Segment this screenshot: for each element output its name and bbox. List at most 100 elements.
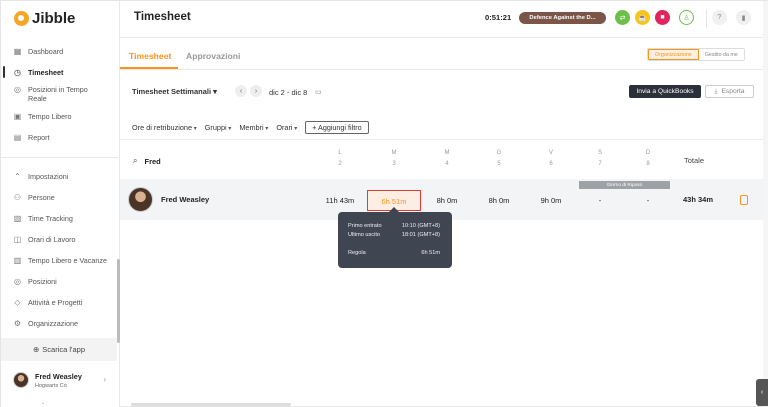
sidebar-item-label: Posizioni [28, 277, 57, 286]
view-select[interactable]: Timesheet Settimanali ▾ [132, 87, 217, 96]
day-header: L2 [325, 148, 355, 170]
sidebar: Jibble ▦ Dashboard ◷ Timesheet ◎ Posizio… [1, 1, 120, 407]
location-icon: ◎ [14, 85, 21, 94]
app-window: Jibble ▦ Dashboard ◷ Timesheet ◎ Posizio… [0, 0, 768, 407]
help-icon: ? [717, 14, 722, 21]
day-cell[interactable]: 11h 43m [314, 196, 366, 205]
sidebar-item-time-off[interactable]: ▣ Tempo Libero [1, 112, 120, 121]
top-header: Timesheet 0:51:21 Defence Against the D.… [120, 1, 768, 38]
row-total: 43h 34m [683, 195, 714, 204]
switch-icon: ⇄ [619, 14, 626, 22]
chevron-down-icon: ▾ [213, 87, 217, 96]
tabs-bar: Timesheet Approvazioni Organizzazione Ge… [120, 38, 768, 70]
sidebar-item-label: Report [28, 133, 50, 142]
horizontal-scrollbar[interactable] [131, 403, 291, 406]
day-cell[interactable]: - [622, 196, 674, 205]
tag-icon: ◇ [14, 298, 21, 307]
sidebar-item-label: Persone [28, 193, 55, 202]
day-header: M4 [432, 148, 462, 170]
filter-pay-hours[interactable]: Ore di retribuzione [132, 123, 197, 132]
sidebar-scrollbar[interactable] [117, 259, 120, 343]
chevron-right-icon: › [254, 87, 258, 95]
chevron-left-icon: ‹ [760, 389, 764, 396]
day-cell[interactable]: 8h 0m [473, 196, 525, 205]
avatar [128, 187, 153, 212]
day-cell[interactable]: 8h 0m [421, 196, 473, 205]
day-header: V6 [536, 148, 566, 170]
day-letter: D [645, 150, 651, 156]
day-letter: V [548, 150, 553, 156]
sidebar-item-time-off-holidays[interactable]: ▥ Tempo Libero e Vacanze [1, 256, 120, 265]
sidebar-item-activities-projects[interactable]: ◇ Attività e Progetti [1, 298, 120, 307]
sidebar-item-dashboard[interactable]: ▦ Dashboard [1, 47, 120, 56]
day-header: D8 [633, 148, 663, 170]
sidebar-item-label: Tempo Libero e Vacanze [28, 256, 107, 265]
prev-week-button[interactable]: ‹ [235, 85, 247, 97]
filter-groups[interactable]: Gruppi [205, 123, 232, 132]
last-out-value: 18:01 (GMT+8) [401, 232, 440, 238]
sidebar-item-people[interactable]: ⚇ Persone [1, 193, 120, 202]
sidebar-item-label: Impostazioni [28, 172, 69, 181]
sidebar-item-time-tracking[interactable]: ▧ Time Tracking [1, 214, 120, 223]
tab-timesheet[interactable]: Timesheet [129, 51, 171, 61]
sidebar-item-timesheet[interactable]: ◷ Timesheet [1, 66, 120, 78]
day-number: 3 [392, 161, 396, 167]
day-number: 7 [598, 161, 602, 167]
sidebar-item-label: Tempo Libero [28, 112, 72, 121]
add-filter-button[interactable]: + Aggiungi filtro [305, 121, 369, 134]
date-range[interactable]: dic 2 - dic 8 [269, 88, 307, 97]
search-input[interactable]: Fred [144, 157, 160, 166]
sidebar-item-work-schedules[interactable]: ◫ Orari di Lavoro [1, 235, 120, 244]
clock-out-button[interactable]: ■ [655, 10, 670, 25]
user-org: Hogwarts Co [35, 382, 67, 389]
day-header: M3 [379, 148, 409, 170]
coffee-icon: ☕ [638, 14, 647, 22]
download-app-button[interactable]: ⊕ Scarica l'app [1, 338, 117, 361]
day-letter: S [597, 150, 602, 156]
sidebar-item-organization[interactable]: ⚙ Organizzazione [1, 319, 120, 328]
calendar-icon[interactable]: ▭ [315, 88, 322, 96]
export-button[interactable]: ⤓ Esporta [705, 85, 754, 98]
sidebar-item-live-locations[interactable]: ◎ Posizioni in Tempo Reale [1, 85, 120, 103]
day-off-badge: Giorno di Riposo [579, 181, 670, 189]
sidebar-item-settings[interactable]: ⌃ Impostazioni [1, 172, 120, 181]
day-number: 2 [338, 161, 342, 167]
plus-icon: + [312, 123, 317, 132]
quickbooks-button[interactable]: Invia a QuickBooks [629, 85, 701, 98]
help-button[interactable]: ? [712, 10, 727, 25]
filter-members[interactable]: Membri [239, 123, 268, 132]
person-icon: ♙ [683, 14, 690, 22]
expand-panel-button[interactable]: ‹ [756, 379, 768, 406]
member-search[interactable]: ⌕ Fred [133, 156, 161, 166]
sidebar-item-label: Timesheet [28, 68, 64, 77]
sidebar-item-locations[interactable]: ◎ Posizioni [1, 277, 120, 286]
notifications-button[interactable]: ▮ [736, 10, 751, 25]
tab-approvals[interactable]: Approvazioni [186, 51, 240, 61]
stop-icon: ■ [660, 14, 665, 21]
filter-schedules[interactable]: Orari [276, 123, 297, 132]
current-activity-badge[interactable]: Defence Against the D... [519, 12, 606, 24]
break-button[interactable]: ☕ [635, 10, 650, 25]
regular-value: 6h 51m [421, 250, 440, 256]
scope-organization-button[interactable]: Organizzazione [648, 49, 699, 60]
switch-activity-button[interactable]: ⇄ [615, 10, 630, 25]
clock-in-status-button[interactable]: ♙ [679, 10, 694, 25]
work-schedule-icon: ◫ [13, 235, 22, 244]
scope-managed-button[interactable]: Gestito da me [698, 49, 744, 60]
day-cell[interactable]: - [574, 196, 626, 205]
sidebar-item-report[interactable]: ▤ Report [1, 133, 120, 142]
app-name: Jibble [32, 10, 76, 27]
day-cell[interactable]: 9h 0m [525, 196, 577, 205]
next-week-button[interactable]: › [250, 85, 262, 97]
user-menu[interactable]: Fred Weasley Hogwarts Co › [1, 363, 117, 397]
jibble-logo-icon [14, 11, 29, 26]
sidebar-item-label: Attività e Progetti [28, 298, 83, 307]
member-name[interactable]: Fred Weasley [161, 195, 209, 204]
day-letter: L [338, 150, 342, 156]
day-number: 4 [445, 161, 449, 167]
collapse-handle-icon[interactable]: ⌄ [41, 400, 46, 406]
total-header: Totale [684, 156, 705, 165]
app-logo[interactable]: Jibble [14, 10, 75, 27]
regular-label: Regola [348, 250, 366, 256]
copy-icon[interactable] [740, 195, 748, 205]
